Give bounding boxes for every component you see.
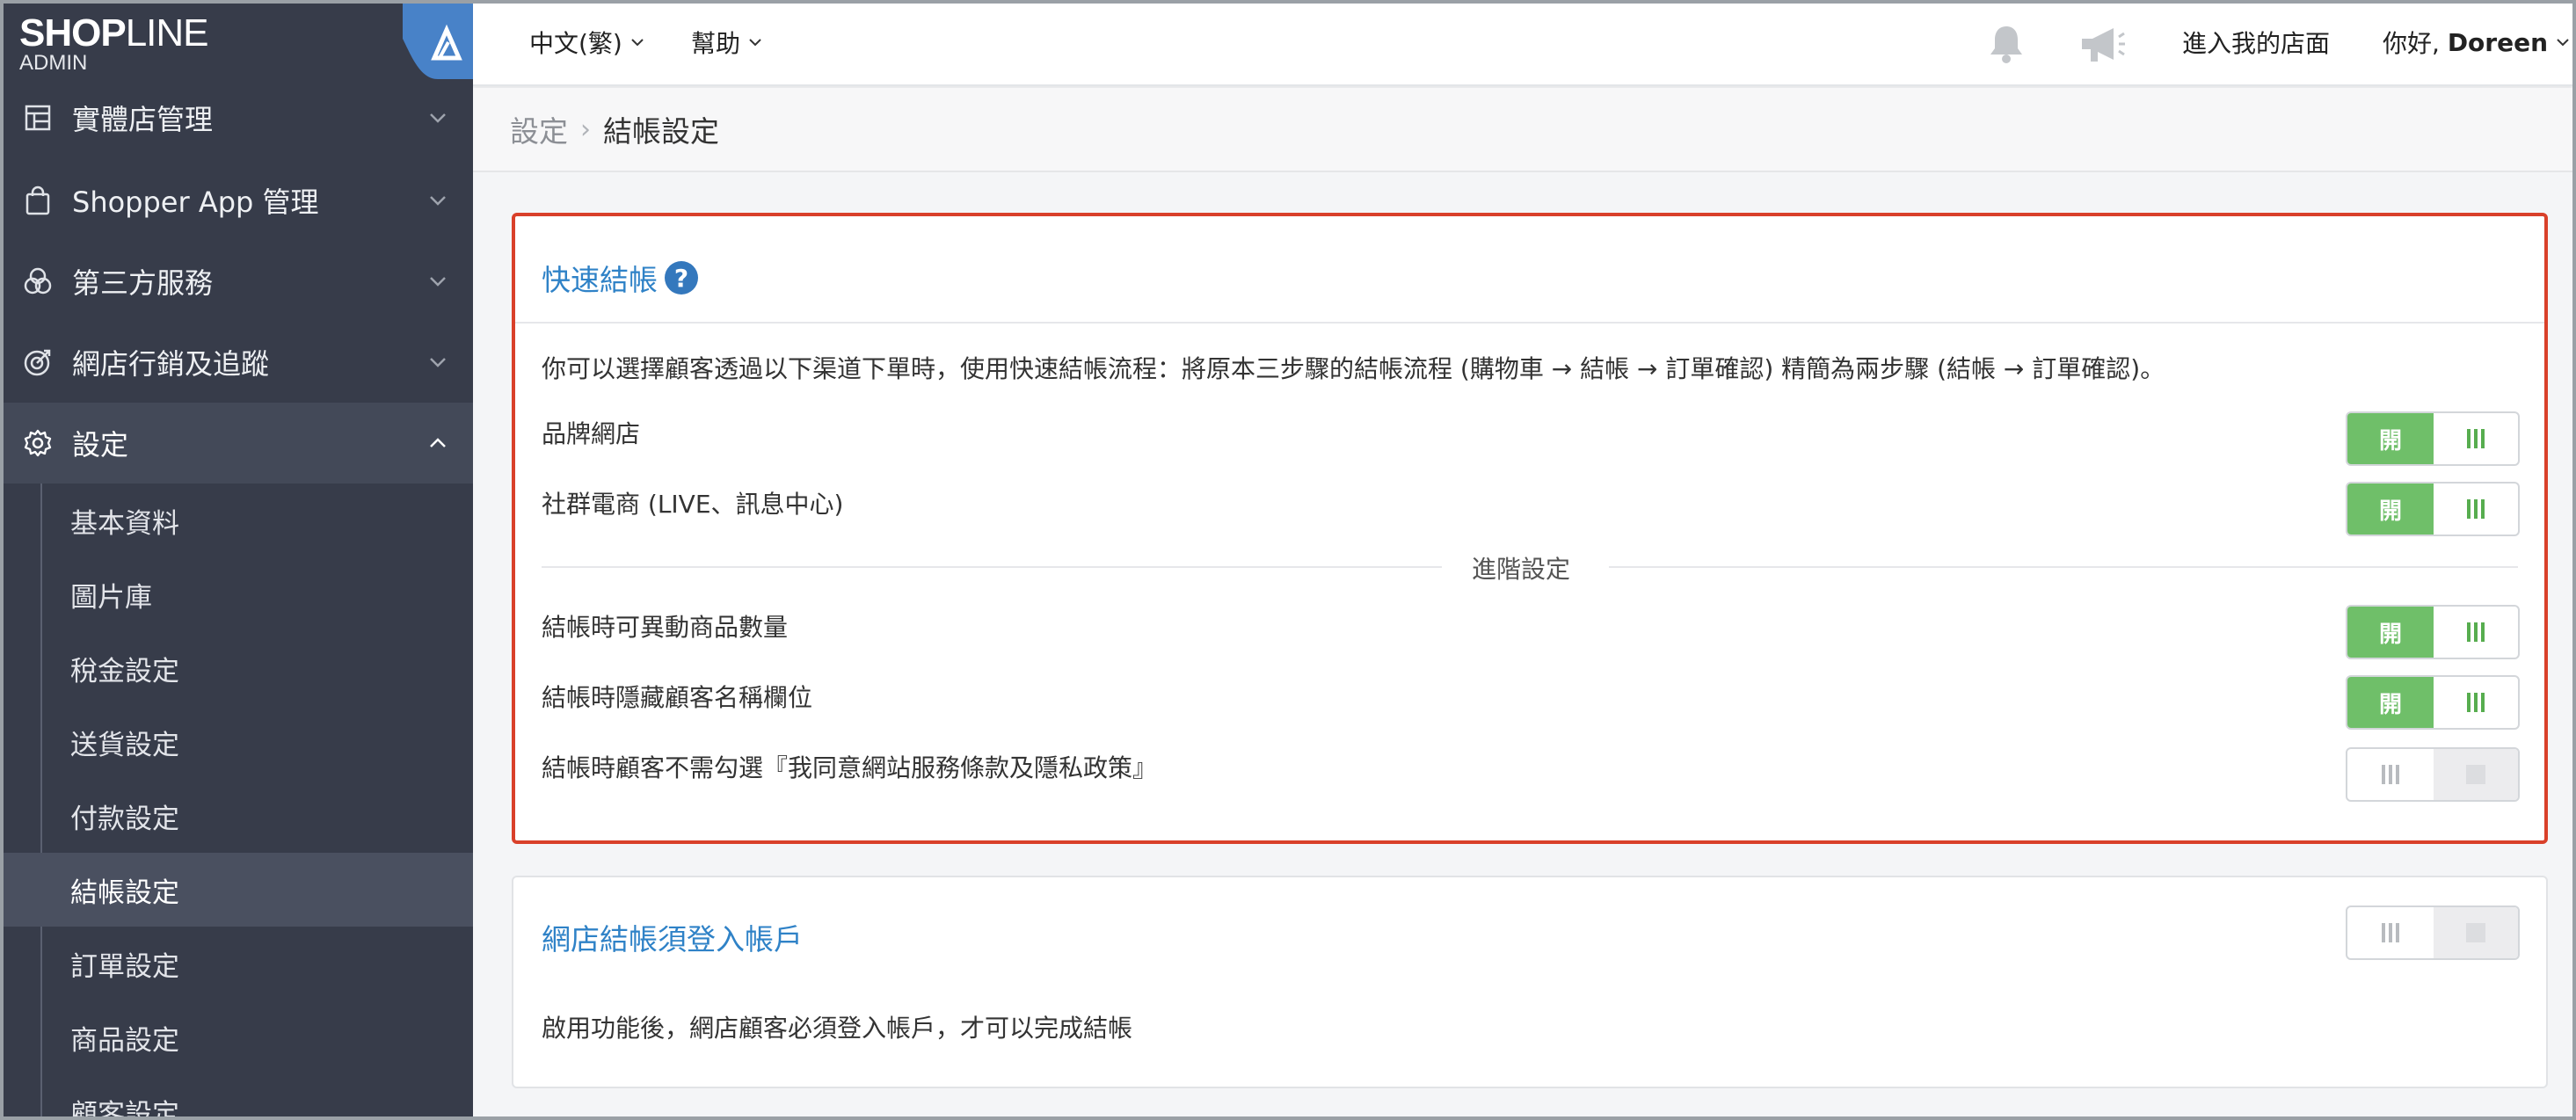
chevron-down-icon (2557, 39, 2569, 47)
login-required-panel: 網店結帳須登入帳戶 啟用功能後，網店顧客必須登入帳戶，才可以完成結帳 (512, 876, 2548, 1088)
toggle-off-segment (2434, 907, 2518, 958)
language-dropdown[interactable]: 中文(繁) (529, 25, 645, 60)
store-icon (21, 101, 55, 135)
chevron-down-icon (430, 277, 446, 287)
breadcrumb: 設定 › 結帳設定 (473, 88, 2572, 172)
social-commerce-toggle[interactable]: 開 (2346, 482, 2520, 536)
chevron-down-icon (430, 196, 446, 206)
sidebar-item-label: Shopper App 管理 (72, 185, 319, 219)
sidebar-item-settings[interactable]: 設定 (4, 403, 473, 484)
topbar: 中文(繁) 幫助 進入我的店面 你好, Doreen (473, 4, 2572, 86)
username: Doreen (2447, 27, 2549, 57)
row-label-edit-quantity: 結帳時可異動商品數量 (542, 613, 789, 642)
toggle-grip-icon (2434, 677, 2518, 728)
chevron-down-icon (631, 39, 644, 47)
sidebar-subitem-customer[interactable]: 顧客設定 (40, 1074, 471, 1117)
toggle-on-label: 開 (2347, 484, 2434, 535)
logo-thin: LINE (125, 11, 209, 55)
advanced-divider-right (1609, 566, 2518, 568)
sidebar-subitem-checkout[interactable]: 結帳設定 (4, 853, 473, 927)
user-menu[interactable]: 你好, Doreen (2383, 25, 2571, 60)
row-label-social-commerce: 社群電商 (LIVE、訊息中心) (542, 490, 844, 519)
brand-corner-icon (403, 4, 473, 79)
help-dropdown[interactable]: 幫助 (691, 25, 763, 60)
login-required-title: 網店結帳須登入帳戶 (542, 922, 803, 956)
toggle-grip-icon (2434, 484, 2518, 535)
sidebar-subitem-product[interactable]: 商品設定 (40, 1000, 471, 1074)
login-required-description: 啟用功能後，網店顧客必須登入帳戶，才可以完成結帳 (542, 1014, 1133, 1043)
express-checkout-panel: 快速結帳 ? 你可以選擇顧客透過以下渠道下單時，使用快速結帳流程：將原本三步驟的… (512, 213, 2548, 844)
toggle-on-label: 開 (2347, 413, 2434, 464)
circles-icon (21, 265, 55, 298)
toggle-grip-icon (2347, 749, 2434, 800)
brand-logo[interactable]: SHOPLINE ADMIN (4, 4, 473, 79)
gear-icon (21, 426, 55, 460)
chevron-up-icon (430, 438, 446, 447)
brand-store-toggle[interactable]: 開 (2346, 411, 2520, 466)
sidebar-item-physical-store[interactable]: 實體店管理 (4, 77, 473, 158)
breadcrumb-separator-icon: › (580, 113, 591, 145)
hide-name-toggle[interactable]: 開 (2346, 675, 2520, 730)
sidebar-subitem-tax[interactable]: 稅金設定 (40, 631, 471, 705)
chevron-down-icon (430, 113, 446, 123)
sidebar-subitem-payment[interactable]: 付款設定 (40, 779, 471, 853)
row-label-brand-store: 品牌網店 (542, 419, 641, 448)
help-circle-icon[interactable]: ? (665, 261, 698, 295)
help-label: 幫助 (691, 29, 741, 58)
language-label: 中文(繁) (529, 29, 622, 58)
app-window: SHOPLINE ADMIN 實體店管理 Shopper App 管理 第三方服… (0, 0, 2576, 1120)
sidebar-item-marketing[interactable]: 網店行銷及追蹤 (4, 322, 473, 403)
page-title: 結帳設定 (603, 114, 719, 149)
express-checkout-title: 快速結帳 (542, 263, 658, 297)
sidebar-subitem-image-library[interactable]: 圖片庫 (40, 557, 471, 631)
toggle-off-segment (2434, 749, 2518, 800)
sidebar-item-label: 設定 (72, 428, 129, 462)
bell-icon[interactable] (1983, 21, 2029, 67)
sidebar-subitem-order[interactable]: 訂單設定 (40, 927, 471, 1000)
express-checkout-title-row: 快速結帳 ? (542, 257, 698, 299)
toggle-grip-icon (2347, 907, 2434, 958)
sidebar: SHOPLINE ADMIN 實體店管理 Shopper App 管理 第三方服… (4, 4, 473, 1117)
megaphone-icon[interactable] (2078, 23, 2128, 67)
toggle-on-label: 開 (2347, 607, 2434, 658)
sidebar-item-label: 第三方服務 (72, 266, 214, 300)
greeting-text: 你好, (2383, 29, 2448, 58)
chevron-down-icon (749, 39, 761, 47)
toggle-on-label: 開 (2347, 677, 2434, 728)
store-link[interactable]: 進入我的店面 (2182, 25, 2330, 60)
sidebar-item-shopper-app[interactable]: Shopper App 管理 (4, 160, 473, 241)
skip-terms-toggle[interactable] (2346, 747, 2520, 802)
sidebar-subitem-delivery[interactable]: 送貨設定 (40, 705, 471, 779)
advanced-settings-label: 進階設定 (1456, 550, 1587, 585)
logo-bold: SHOP (19, 11, 127, 55)
settings-submenu: 基本資料 圖片庫 稅金設定 送貨設定 付款設定 結帳設定 訂單設定 商品設定 顧… (4, 484, 473, 1117)
express-checkout-description: 你可以選擇顧客透過以下渠道下單時，使用快速結帳流程：將原本三步驟的結帳流程 (購… (542, 354, 2165, 383)
shopping-bag-icon (21, 184, 55, 217)
login-required-toggle[interactable] (2346, 905, 2520, 960)
panel-divider (515, 322, 2544, 324)
target-icon (21, 345, 55, 379)
advanced-divider-left (542, 566, 1442, 568)
sidebar-item-label: 網店行銷及追蹤 (72, 347, 270, 381)
sidebar-subitem-basic-info[interactable]: 基本資料 (40, 484, 471, 557)
sidebar-item-third-party[interactable]: 第三方服務 (4, 241, 473, 322)
row-label-skip-terms: 結帳時顧客不需勾選『我同意網站服務條款及隱私政策』 (542, 753, 1158, 782)
edit-quantity-toggle[interactable]: 開 (2346, 605, 2520, 659)
breadcrumb-parent[interactable]: 設定 (510, 108, 568, 150)
row-label-hide-name: 結帳時隱藏顧客名稱欄位 (542, 683, 813, 712)
toggle-grip-icon (2434, 413, 2518, 464)
toggle-grip-icon (2434, 607, 2518, 658)
sidebar-item-label: 實體店管理 (72, 103, 214, 136)
chevron-down-icon (430, 358, 446, 367)
